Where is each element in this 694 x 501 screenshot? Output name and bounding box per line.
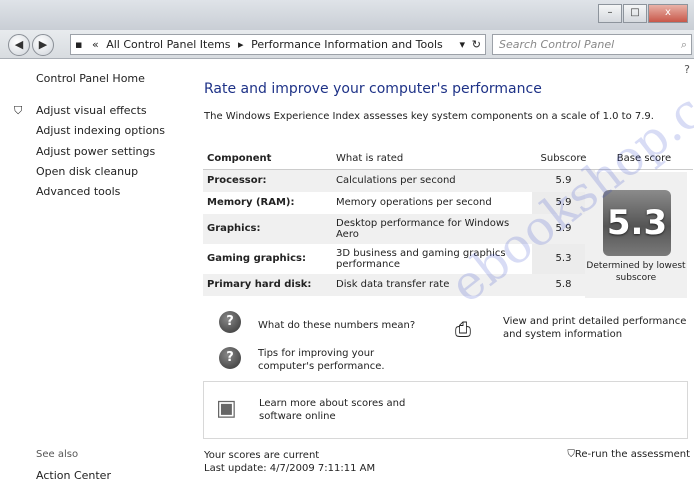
task-pane: Control Panel Home ⛉ Adjust visual effec… [0, 59, 195, 501]
open-disk-cleanup-link[interactable]: Open disk cleanup [36, 165, 138, 178]
title-bar: – □ x [0, 0, 694, 31]
component-cell: Primary hard disk: [203, 273, 332, 296]
score-status: Your scores are current Last update: 4/7… [204, 449, 375, 475]
refresh-icon[interactable]: ↻ [472, 35, 481, 54]
numbers-meaning-link[interactable]: What do these numbers mean? [258, 319, 415, 332]
component-cell: Graphics: [203, 213, 332, 244]
status-last-update: Last update: 4/7/2009 7:11:11 AM [204, 463, 376, 474]
main-content: ? Rate and improve your computer's perfo… [195, 59, 694, 501]
adjust-indexing-link[interactable]: Adjust indexing options [36, 124, 165, 137]
breadcrumb-separator-icon: ▸ [238, 38, 244, 51]
tips-link[interactable]: Tips for improving your computer's perfo… [258, 347, 428, 373]
breadcrumb-performance[interactable]: Performance Information and Tools [251, 35, 443, 54]
base-score-caption: Determined by lowest subscore [586, 261, 686, 283]
address-bar[interactable]: ▪ « All Control Panel Items ▸ Performanc… [70, 34, 486, 55]
dropdown-arrow-icon[interactable]: ▾ [459, 35, 465, 54]
learn-more-link[interactable]: Learn more about scores and software onl… [259, 397, 449, 423]
page-description: The Windows Experience Index assesses ke… [204, 111, 654, 122]
learn-more-box: ▣ Learn more about scores and software o… [203, 381, 688, 439]
action-center-link[interactable]: Action Center [36, 469, 111, 482]
forward-button[interactable]: ▶ [32, 34, 54, 56]
navigation-bar: ◀ ▶ ▪ « All Control Panel Items ▸ Perfor… [0, 30, 694, 59]
breadcrumb-all-items[interactable]: All Control Panel Items [106, 35, 230, 54]
question-icon: ? [219, 311, 241, 333]
close-button[interactable]: x [648, 4, 688, 23]
minimize-button[interactable]: – [598, 4, 622, 23]
search-placeholder: Search Control Panel [499, 38, 615, 51]
window-controls: – □ x [597, 4, 688, 23]
adjust-visual-effects-link[interactable]: Adjust visual effects [36, 104, 147, 117]
view-print-details-link[interactable]: View and print detailed performance and … [503, 315, 693, 341]
component-cell: Gaming graphics: [207, 253, 306, 264]
control-panel-home-link[interactable]: Control Panel Home [36, 72, 145, 85]
search-icon[interactable]: ⌕ [681, 35, 687, 54]
maximize-button[interactable]: □ [623, 4, 647, 23]
rated-cell: Memory operations per second [336, 197, 492, 208]
page-title: Rate and improve your computer's perform… [204, 81, 542, 97]
back-button[interactable]: ◀ [8, 34, 30, 56]
control-panel-icon: ▪ [75, 38, 83, 51]
software-box-icon: ▣ [216, 396, 237, 421]
rerun-label: Re-run the assessment [574, 449, 690, 460]
rerun-assessment-link[interactable]: ⛉Re-run the assessment [567, 449, 690, 460]
col-component: Component [203, 147, 332, 170]
advanced-tools-link[interactable]: Advanced tools [36, 185, 120, 198]
shield-icon: ⛉ [567, 449, 575, 460]
question-icon: ? [219, 347, 241, 369]
component-cell: Processor: [203, 169, 332, 192]
status-current: Your scores are current [204, 450, 320, 461]
rated-cell: Calculations per second [332, 169, 532, 192]
adjust-power-link[interactable]: Adjust power settings [36, 145, 155, 158]
see-also-heading: See also [36, 449, 79, 460]
component-cell: Memory (RAM): [207, 197, 295, 208]
col-what-is-rated: What is rated [332, 147, 532, 170]
printer-icon: ⎙ [455, 317, 471, 341]
breadcrumb-prefix[interactable]: « [92, 35, 99, 54]
search-input[interactable]: Search Control Panel ⌕ [492, 34, 692, 55]
shield-icon: ⛉ [14, 104, 23, 117]
